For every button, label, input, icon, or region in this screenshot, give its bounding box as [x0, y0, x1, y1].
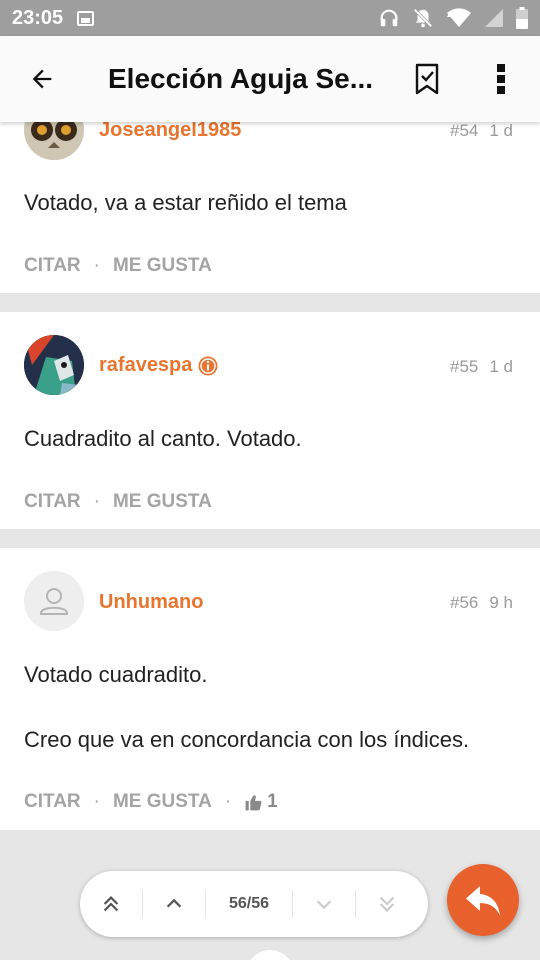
app-bar: Elección Aguja Se...: [0, 36, 540, 122]
post-body: Votado cuadradito. Creo que va en concor…: [24, 660, 516, 756]
jump-first-button[interactable]: [80, 871, 142, 937]
topic-title: Elección Aguja Se...: [108, 63, 374, 94]
image-icon: [77, 10, 95, 26]
separator-dot: ·: [93, 255, 100, 276]
post-paragraph: Votado cuadradito.: [24, 662, 208, 687]
avatar[interactable]: [24, 571, 84, 631]
status-time: 23:05: [12, 6, 64, 29]
like-count[interactable]: 1: [244, 791, 278, 813]
post-meta: #54 1 d: [450, 121, 513, 141]
user-placeholder-icon: [24, 571, 84, 631]
separator-dot: ·: [93, 491, 100, 512]
username-text: Unhumano: [99, 591, 204, 613]
post-position-text: 56/56: [228, 895, 270, 912]
post-number: #54: [449, 121, 479, 140]
quote-button[interactable]: CITAR: [24, 491, 81, 513]
previous-button[interactable]: [143, 871, 205, 937]
back-button[interactable]: [0, 36, 84, 122]
username-text: rafavespa: [99, 354, 193, 376]
wifi-icon: ▲: [446, 8, 472, 28]
post-actions: CITAR · ME GUSTA: [24, 491, 212, 513]
quote-button[interactable]: CITAR: [24, 255, 81, 277]
post-actions: CITAR · ME GUSTA: [24, 255, 212, 277]
jump-last-button[interactable]: [356, 871, 418, 937]
info-badge-icon: [198, 356, 218, 375]
post-paragraph: Creo que va en concordancia con los índi…: [24, 726, 470, 752]
overflow-menu-button[interactable]: [478, 56, 524, 102]
post-age: 1 d: [489, 121, 513, 140]
like-button[interactable]: ME GUSTA: [113, 491, 212, 513]
post-username[interactable]: rafavespa: [99, 354, 218, 377]
reply-icon: [466, 886, 500, 916]
post-55: rafavespa #55 1 d Cuadradito al canto. Vo…: [0, 312, 540, 529]
post-body: Cuadradito al canto. Votado.: [24, 424, 516, 455]
notifications-off-icon: [412, 7, 434, 29]
more-vert-icon: [497, 64, 505, 94]
status-bar: 23:05 ▲: [0, 0, 540, 36]
like-count-value: 1: [267, 791, 278, 812]
status-icons: ▲: [378, 7, 528, 29]
separator-dot: ·: [224, 791, 232, 812]
avatar[interactable]: [24, 335, 84, 395]
signal-icon: [484, 8, 504, 28]
separator-dot: ·: [93, 791, 100, 812]
post-body: Votado, va a estar reñido el tema: [24, 188, 516, 219]
reply-button[interactable]: [447, 864, 519, 936]
post-54: Joseangel1985 #54 1 d Votado, va a estar …: [0, 100, 540, 293]
bookmark-button[interactable]: [404, 56, 450, 102]
post-56: Unhumano #56 9 h Votado cuadradito. Creo …: [0, 548, 540, 830]
post-username[interactable]: Joseangel1985: [99, 119, 241, 142]
username-text: Joseangel1985: [99, 119, 242, 141]
back-arrow-icon: [32, 69, 52, 89]
svg-text:▲: ▲: [447, 9, 454, 18]
post-navigator: 56/56: [80, 871, 428, 937]
like-button[interactable]: ME GUSTA: [113, 255, 212, 277]
post-meta: #56 9 h: [450, 593, 513, 613]
thumb-up-icon: [245, 794, 262, 810]
post-number: #55: [449, 357, 479, 376]
post-actions: CITAR · ME GUSTA · 1: [24, 791, 278, 813]
double-chevron-down-icon: [379, 896, 395, 912]
post-meta: #55 1 d: [450, 357, 513, 377]
battery-icon: [516, 7, 528, 29]
chevron-down-icon: [316, 900, 332, 910]
headphones-icon: [378, 7, 400, 29]
double-chevron-up-icon: [103, 896, 119, 912]
next-button[interactable]: [293, 871, 355, 937]
bookmark-check-icon: [415, 63, 439, 95]
post-position[interactable]: 56/56: [206, 871, 292, 937]
post-age: 1 d: [489, 357, 513, 376]
post-username[interactable]: Unhumano: [99, 591, 203, 614]
post-number: #56: [449, 593, 479, 612]
post-paragraph: Votado, va a estar reñido el tema: [24, 190, 347, 215]
bottom-handle[interactable]: [246, 950, 294, 960]
post-paragraph: Cuadradito al canto. Votado.: [24, 426, 302, 451]
like-button[interactable]: ME GUSTA: [113, 791, 212, 813]
quote-button[interactable]: CITAR: [24, 791, 81, 813]
chevron-up-icon: [166, 898, 182, 908]
post-age: 9 h: [489, 593, 513, 612]
